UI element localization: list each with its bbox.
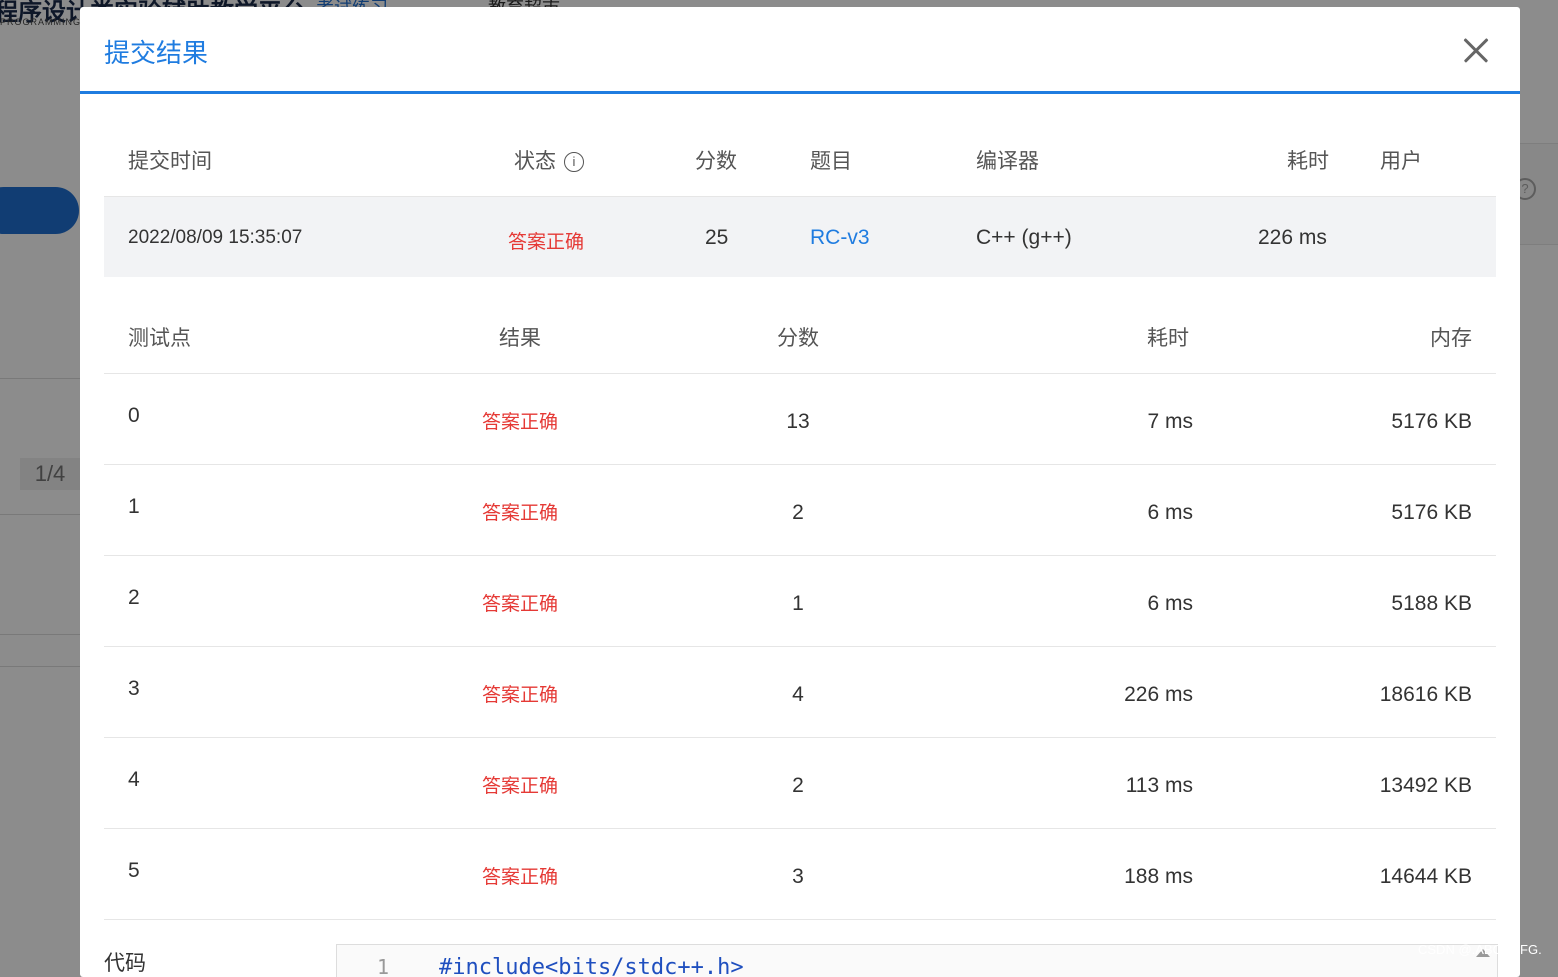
tp-score: 2 [792, 501, 804, 524]
problem-link[interactable]: RC-v3 [810, 226, 870, 250]
tp-duration: 6 ms [1147, 592, 1193, 615]
compiler-name: C++ (g++) [976, 226, 1072, 249]
tp-result: 答案正确 [482, 776, 559, 797]
tp-result: 答案正确 [482, 503, 559, 524]
watermark: CSDN @.ABCDEFG. [1418, 942, 1542, 957]
tp-result: 答案正确 [482, 412, 559, 433]
tp-duration: 226 ms [1124, 683, 1193, 706]
tp-result: 答案正确 [482, 594, 559, 615]
tp-score: 13 [786, 410, 810, 433]
code-line-number: 1 [377, 955, 390, 977]
tp-duration: 188 ms [1124, 865, 1193, 888]
tp-id: 3 [128, 677, 140, 700]
tp-result: 答案正确 [482, 867, 559, 888]
summary-header-status-label: 状态 [514, 150, 556, 173]
tp-id: 0 [128, 404, 140, 427]
tp-score: 3 [792, 865, 804, 888]
tp-id: 5 [128, 859, 140, 882]
tp-memory: 5188 KB [1391, 592, 1472, 615]
tp-memory: 5176 KB [1391, 410, 1472, 433]
modal-title: 提交结果 [104, 38, 209, 68]
summary-header-score: 分数 [695, 150, 737, 173]
submission-duration: 226 ms [1258, 226, 1327, 249]
tp-duration: 7 ms [1147, 410, 1193, 433]
table-row: 4 答案正确 2 113 ms 13492 KB [104, 737, 1496, 828]
table-row: 3 答案正确 4 226 ms 18616 KB [104, 646, 1496, 737]
tp-id: 1 [128, 495, 140, 518]
tp-id: 2 [128, 586, 140, 609]
summary-header-user: 用户 [1380, 150, 1422, 173]
tp-score: 1 [792, 592, 804, 615]
submission-score: 25 [705, 226, 729, 249]
summary-row: 2022/08/09 15:35:07 答案正确 25 RC-v3 C++ (g… [104, 196, 1496, 277]
table-bottom-divider [104, 919, 1496, 920]
tp-header-score: 分数 [777, 327, 819, 350]
table-row: 0 答案正确 13 7 ms 5176 KB [104, 373, 1496, 464]
summary-header-duration: 耗时 [1287, 150, 1329, 173]
tp-header-memory: 内存 [1430, 327, 1472, 350]
table-row: 5 答案正确 3 188 ms 14644 KB [104, 828, 1496, 919]
tp-duration: 113 ms [1125, 774, 1193, 797]
tp-header-id: 测试点 [128, 327, 191, 350]
tp-score: 4 [792, 683, 804, 706]
summary-header-status: 状态 i [514, 145, 584, 175]
summary-header-problem: 题目 [810, 150, 852, 173]
submission-time: 2022/08/09 15:35:07 [128, 227, 303, 248]
summary-header-compiler: 编译器 [976, 150, 1039, 173]
tp-memory: 5176 KB [1391, 501, 1472, 524]
table-row: 2 答案正确 1 6 ms 5188 KB [104, 555, 1496, 646]
tp-score: 2 [792, 774, 804, 797]
table-row: 1 答案正确 2 6 ms 5176 KB [104, 464, 1496, 555]
tp-result: 答案正确 [482, 685, 559, 706]
tp-memory: 13492 KB [1379, 774, 1472, 797]
tp-header-result: 结果 [499, 327, 541, 350]
code-first-line[interactable]: #include<bits/stdc++.h> [439, 955, 744, 977]
code-editor[interactable]: 1 #include<bits/stdc++.h> [336, 944, 1498, 977]
submission-result-modal: 提交结果 提交时间 状态 i 分数 题目 编译器 耗时 用户 2022/08/09… [80, 7, 1520, 977]
tp-duration: 6 ms [1147, 501, 1193, 524]
info-icon[interactable]: i [564, 152, 584, 172]
code-label: 代码 [104, 952, 146, 975]
tp-memory: 18616 KB [1379, 683, 1472, 706]
tp-id: 4 [128, 768, 140, 791]
tp-memory: 14644 KB [1379, 865, 1472, 888]
summary-header-time: 提交时间 [128, 150, 212, 173]
submission-status[interactable]: 答案正确 [508, 227, 584, 254]
modal-header: 提交结果 [80, 7, 1520, 94]
close-icon[interactable] [1457, 31, 1495, 69]
tp-header-duration: 耗时 [1147, 327, 1189, 350]
